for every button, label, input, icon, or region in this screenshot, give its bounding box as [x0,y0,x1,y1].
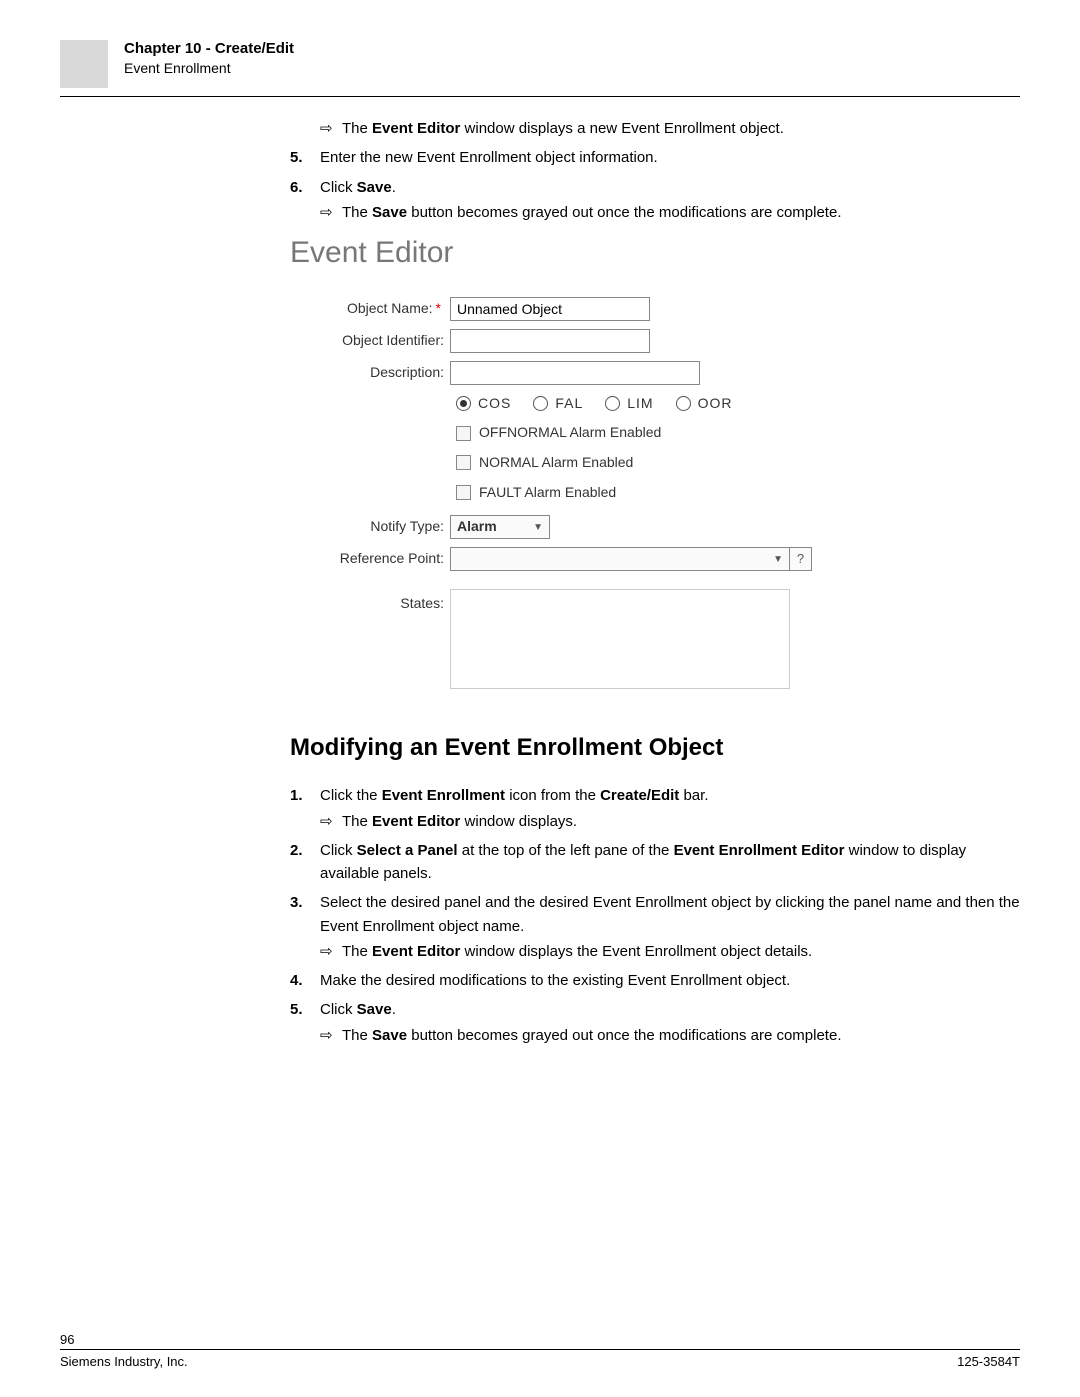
section-title-modifying: Modifying an Event Enrollment Object [290,729,1020,766]
checkbox-normal[interactable] [456,455,471,470]
chevron-down-icon: ▼ [533,520,543,536]
label-description: Description: [290,362,450,384]
result-line: ⇨ The Event Editor window displays a new… [320,117,1020,140]
label-notify-type: Notify Type: [290,516,450,538]
chevron-down-icon: ▼ [773,552,783,568]
footer-right: 125-3584T [957,1354,1020,1369]
checkbox-offnormal[interactable] [456,426,471,441]
page-footer: Siemens Industry, Inc. 125-3584T [60,1349,1020,1369]
page-header: Chapter 10 - Create/Edit Event Enrollmen… [60,40,1020,97]
label-object-name: Object Name:* [290,298,450,320]
chapter-subtitle: Event Enrollment [124,60,294,76]
mod-step-1: 1. Click the Event Enrollment icon from … [290,784,1020,807]
event-editor-title: Event Editor [290,230,1020,277]
label-reference-point: Reference Point: [290,548,450,570]
result-line: ⇨ The Save button becomes grayed out onc… [320,1024,1020,1047]
input-object-id[interactable] [450,329,650,353]
mod-step-2: 2. Click Select a Panel at the top of th… [290,839,1020,886]
result-arrow-icon: ⇨ [320,810,342,833]
help-button[interactable]: ? [790,547,812,571]
radio-lim[interactable] [605,396,620,411]
result-line: ⇨ The Event Editor window displays. [320,810,1020,833]
select-notify-type[interactable]: Alarm ▼ [450,515,550,539]
result-line: ⇨ The Event Editor window displays the E… [320,940,1020,963]
step-5: 5. Enter the new Event Enrollment object… [290,146,1020,169]
input-description[interactable] [450,361,700,385]
radio-fal[interactable] [533,396,548,411]
page-number: 96 [60,1332,74,1347]
label-states: States: [290,589,450,615]
mod-step-3: 3. Select the desired panel and the desi… [290,891,1020,938]
checkbox-fault[interactable] [456,485,471,500]
select-reference-point[interactable]: ▼ [450,547,790,571]
step-6: 6. Click Save. [290,176,1020,199]
states-listbox[interactable] [450,589,790,689]
header-block-icon [60,40,108,88]
result-arrow-icon: ⇨ [320,117,342,140]
radio-cos[interactable] [456,396,471,411]
mod-step-4: 4. Make the desired modifications to the… [290,969,1020,992]
event-editor-panel: Object Name:* Object Identifier: Descrip… [290,297,1020,690]
input-object-name[interactable] [450,297,650,321]
footer-left: Siemens Industry, Inc. [60,1354,188,1369]
label-object-id: Object Identifier: [290,330,450,352]
result-arrow-icon: ⇨ [320,940,342,963]
result-arrow-icon: ⇨ [320,201,342,224]
result-line: ⇨ The Save button becomes grayed out onc… [320,201,1020,224]
radio-group-type: COS FAL LIM OOR [456,393,1020,415]
radio-oor[interactable] [676,396,691,411]
result-arrow-icon: ⇨ [320,1024,342,1047]
mod-step-5: 5. Click Save. [290,998,1020,1021]
chapter-title: Chapter 10 - Create/Edit [124,40,294,57]
